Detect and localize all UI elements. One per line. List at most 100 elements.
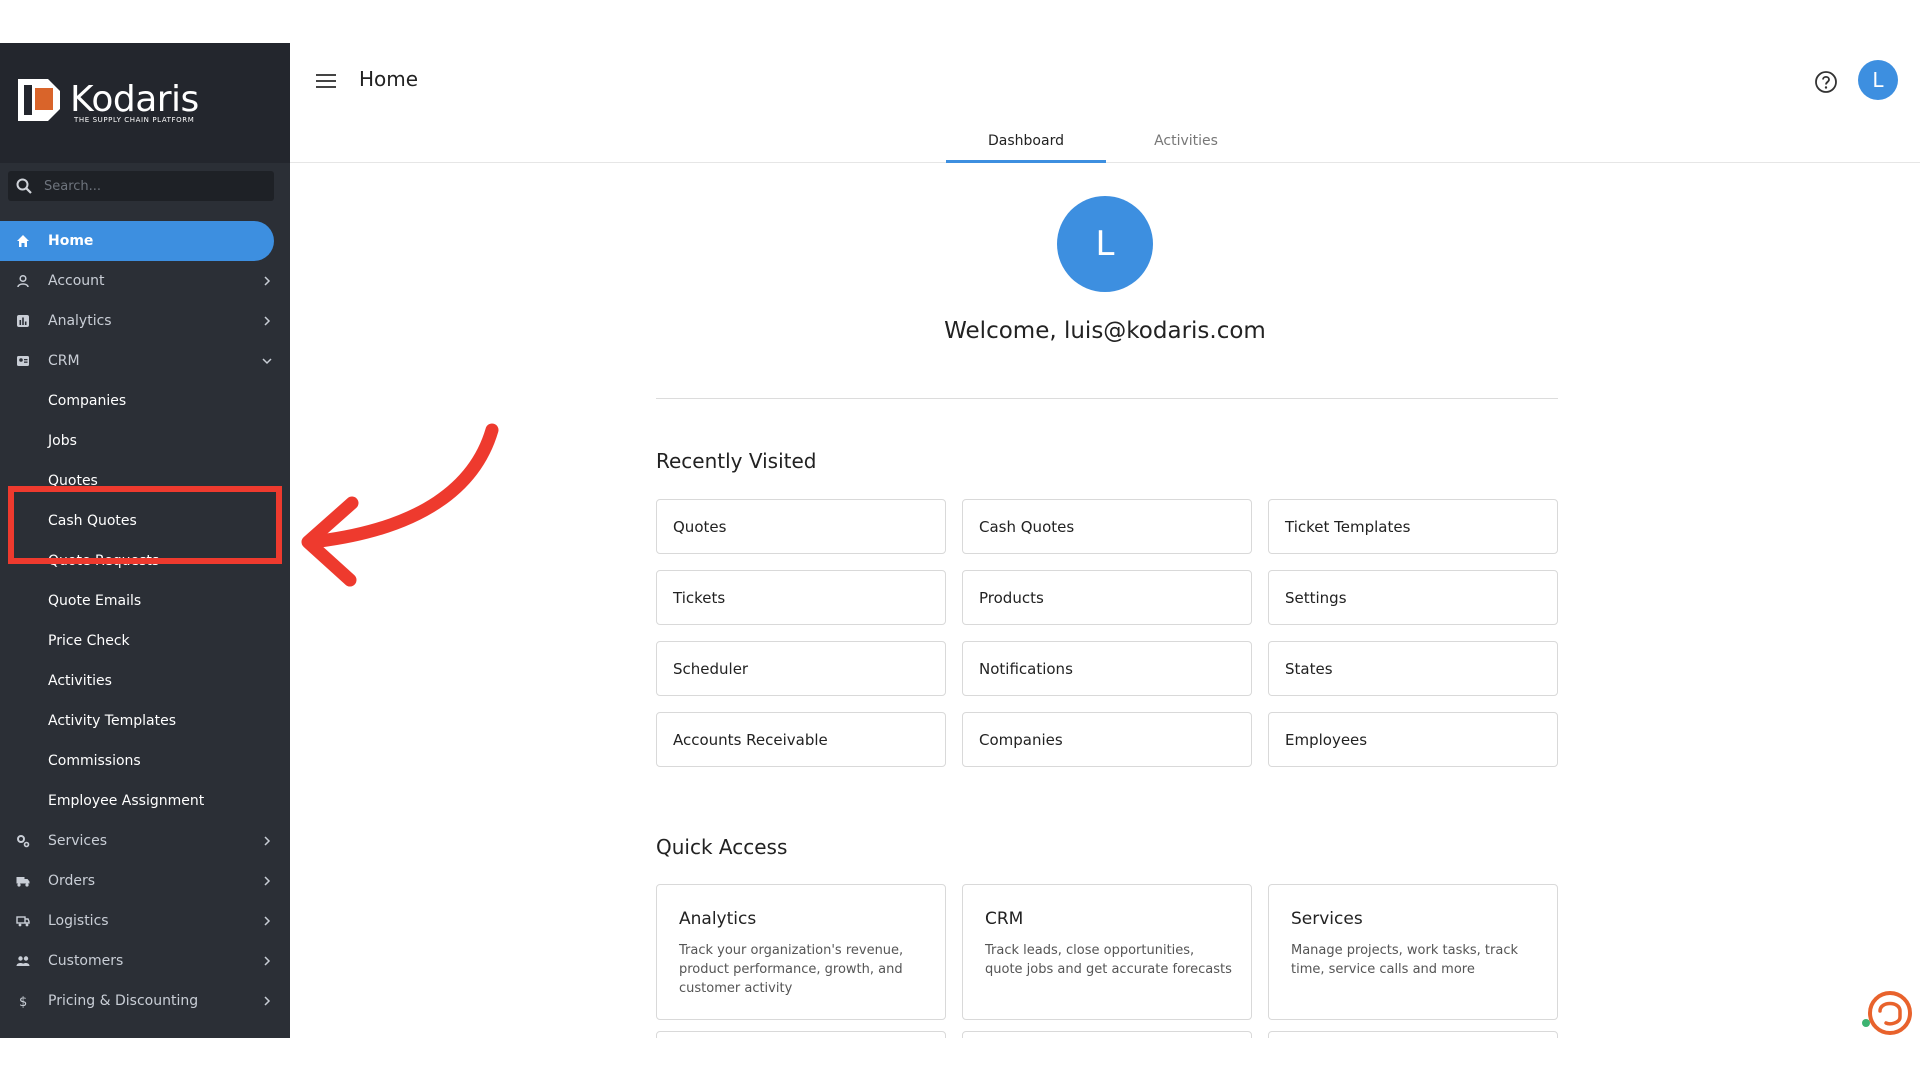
sidebar-item-label: Activities [48, 673, 112, 689]
top-bar: Home L Dashboard Activities [290, 43, 1920, 163]
recent-card-quotes[interactable]: Quotes [656, 499, 946, 554]
recent-card-settings[interactable]: Settings [1268, 570, 1558, 625]
sidebar-subitem-employee-assignment[interactable]: Employee Assignment [0, 781, 290, 821]
recent-card-label: Notifications [979, 660, 1073, 678]
sidebar-subitem-commissions[interactable]: Commissions [0, 741, 290, 781]
quick-card-title: Services [1291, 909, 1363, 929]
sidebar-item-label: Services [48, 833, 108, 849]
app-window: Kodaris THE SUPPLY CHAIN PLATFORM Home A… [0, 43, 1920, 1038]
dollar-icon: $ [19, 995, 27, 1008]
quick-card-desc: Track leads, close opportunities, quote … [985, 943, 1232, 977]
sidebar-item-label: Quote Emails [48, 593, 142, 609]
recent-card-tickets[interactable]: Tickets [656, 570, 946, 625]
hamburger-menu-icon[interactable] [316, 73, 336, 89]
recent-card-label: Tickets [673, 589, 726, 607]
sidebar-nav: Home Account Analytics CRM Companies Job… [0, 221, 290, 1021]
search-icon [16, 178, 32, 194]
sidebar-item-logistics[interactable]: Logistics [0, 901, 290, 941]
recent-card-cash-quotes[interactable]: Cash Quotes [962, 499, 1252, 554]
svg-text:$: $ [19, 995, 27, 1008]
kodaris-logo-icon [18, 79, 60, 121]
quick-card-partial [656, 1031, 946, 1038]
recent-card-label: Settings [1285, 589, 1347, 607]
chevron-right-icon [264, 916, 271, 926]
sidebar-subitem-quote-emails[interactable]: Quote Emails [0, 581, 290, 621]
tab-bar: Dashboard Activities [946, 121, 1266, 163]
avatar[interactable]: L [1858, 60, 1898, 100]
sidebar-item-label: Customers [48, 953, 124, 969]
help-icon[interactable] [1814, 70, 1838, 94]
sidebar-subitem-activity-templates[interactable]: Activity Templates [0, 701, 290, 741]
recent-card-label: Ticket Templates [1285, 518, 1411, 536]
tab-activities[interactable]: Activities [1106, 121, 1266, 163]
sidebar-item-customers[interactable]: Customers [0, 941, 290, 981]
sidebar-item-label: Commissions [48, 753, 141, 769]
recent-card-accounts-receivable[interactable]: Accounts Receivable [656, 712, 946, 767]
gears-icon [17, 835, 30, 848]
quick-card-title: Analytics [679, 909, 757, 929]
quick-card-partial [1268, 1031, 1558, 1038]
sidebar-item-label: CRM [48, 353, 80, 369]
recent-card-states[interactable]: States [1268, 641, 1558, 696]
chevron-down-icon [262, 358, 272, 365]
recent-card-ticket-templates[interactable]: Ticket Templates [1268, 499, 1558, 554]
brand-name: Kodaris [70, 79, 199, 120]
welcome-text: Welcome, luis@kodaris.com [944, 318, 1266, 344]
tab-dashboard[interactable]: Dashboard [946, 121, 1106, 163]
recent-card-companies[interactable]: Companies [962, 712, 1252, 767]
chevron-right-icon [264, 316, 271, 326]
quick-card-desc: Track your organization's revenue, produ… [679, 943, 904, 996]
sidebar-item-home[interactable]: Home [0, 221, 274, 261]
sidebar-item-label: Account [48, 273, 105, 289]
recent-card-label: Products [979, 589, 1044, 607]
sidebar-item-analytics[interactable]: Analytics [0, 301, 290, 341]
sidebar-subitem-companies[interactable]: Companies [0, 381, 290, 421]
quick-card-analytics[interactable]: Analytics Track your organization's reve… [656, 884, 946, 1020]
recent-card-notifications[interactable]: Notifications [962, 641, 1252, 696]
sidebar-item-label: Price Check [48, 633, 130, 649]
page-title: Home [359, 67, 419, 91]
sidebar-item-label: Employee Assignment [48, 793, 205, 809]
sidebar-item-account[interactable]: Account [0, 261, 290, 301]
chevron-right-icon [264, 836, 271, 846]
quick-card-title: CRM [985, 909, 1024, 929]
recent-card-label: Scheduler [673, 660, 749, 678]
screenshot-frame: Kodaris THE SUPPLY CHAIN PLATFORM Home A… [0, 0, 1920, 1080]
sidebar-subitem-activities[interactable]: Activities [0, 661, 290, 701]
sidebar-item-label: Activity Templates [48, 713, 176, 729]
quick-card-partial [962, 1031, 1252, 1038]
recent-card-employees[interactable]: Employees [1268, 712, 1558, 767]
sidebar-item-label: Logistics [48, 913, 109, 929]
logo-area: Kodaris THE SUPPLY CHAIN PLATFORM [0, 43, 290, 163]
sidebar-subitem-price-check[interactable]: Price Check [0, 621, 290, 661]
welcome-avatar: L [1057, 196, 1153, 292]
quick-card-crm[interactable]: CRM Track leads, close opportunities, qu… [962, 884, 1252, 1020]
recent-card-label: Quotes [673, 518, 727, 536]
sidebar-subitem-jobs[interactable]: Jobs [0, 421, 290, 461]
user-icon [17, 274, 29, 288]
home-icon [17, 235, 29, 247]
recent-card-label: States [1285, 660, 1333, 678]
sidebar-item-label: Pricing & Discounting [48, 993, 199, 1009]
sidebar-item-label: Jobs [48, 433, 77, 449]
sidebar-item-crm[interactable]: CRM [0, 341, 290, 381]
sidebar-item-label: Analytics [48, 313, 112, 329]
recent-card-label: Companies [979, 731, 1063, 749]
recent-card-scheduler[interactable]: Scheduler [656, 641, 946, 696]
sidebar-search [8, 171, 274, 201]
chat-support-icon[interactable] [1860, 987, 1912, 1038]
sidebar-item-pricing-discounting[interactable]: $ Pricing & Discounting [0, 981, 290, 1021]
recently-visited-title: Recently Visited [656, 449, 817, 473]
chevron-right-icon [264, 996, 271, 1006]
recent-card-products[interactable]: Products [962, 570, 1252, 625]
sidebar-item-services[interactable]: Services [0, 821, 290, 861]
chevron-right-icon [264, 276, 271, 286]
sidebar-item-label: Orders [48, 873, 96, 889]
highlight-box [8, 486, 282, 564]
search-input[interactable] [44, 171, 268, 201]
divider [656, 398, 1558, 399]
sidebar-item-orders[interactable]: Orders [0, 861, 290, 901]
quick-card-services[interactable]: Services Manage projects, work tasks, tr… [1268, 884, 1558, 1020]
sidebar: Kodaris THE SUPPLY CHAIN PLATFORM Home A… [0, 43, 290, 1038]
recent-card-label: Employees [1285, 731, 1368, 749]
